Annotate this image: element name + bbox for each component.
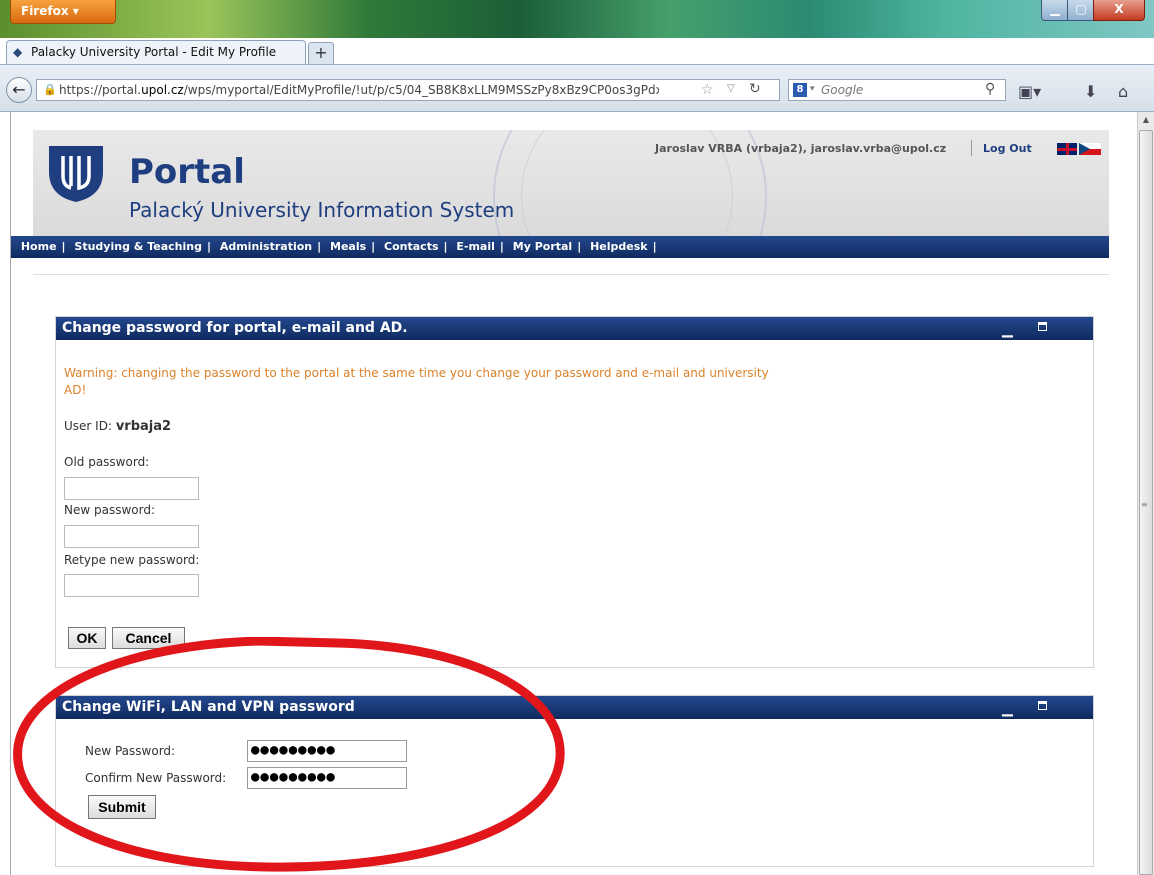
search-bar[interactable]: 8 ▾ Google ⚲ [788,79,1006,101]
nav-separator: | [577,240,582,253]
university-logo-icon[interactable] [45,142,107,204]
red-annotation-ellipse [13,637,565,872]
portal-header: Portal Palacký University Information Sy… [33,130,1109,248]
nav-studying-teaching[interactable]: Studying & Teaching [74,236,202,258]
nav-separator: | [61,240,66,253]
nav-email[interactable]: E-mail [456,236,495,258]
maximize-portlet-icon[interactable] [1038,701,1047,710]
maximize-portlet-icon[interactable] [1038,322,1047,331]
reload-icon[interactable]: ↻ [749,81,761,97]
home-icon[interactable]: ⌂ [1118,82,1128,101]
search-icon[interactable]: ⚲ [985,81,995,97]
scrollbar-grip-icon: ≡ [1141,500,1148,509]
nav-helpdesk[interactable]: Helpdesk [590,236,648,258]
nav-separator: | [443,240,448,253]
navigation-toolbar: ← 🔒 https://portal.upol.cz/wps/myportal/… [0,64,1154,112]
content-divider [33,274,1109,275]
portal-title: Portal [129,152,245,192]
nav-separator: | [206,240,211,253]
change-password-portlet: Change password for portal, e-mail and A… [55,316,1094,668]
search-input[interactable]: Google [821,83,863,97]
firefox-menu-button[interactable]: Firefox ▾ [10,0,116,24]
url-bar[interactable]: 🔒 https://portal.upol.cz/wps/myportal/Ed… [36,79,780,101]
bookmarks-icon[interactable]: ▣▾ [1018,82,1041,101]
nav-administration[interactable]: Administration [220,236,312,258]
minimize-portlet-icon[interactable]: ▁ [1002,698,1014,720]
minimize-button[interactable]: ▁ [1041,0,1069,21]
new-password-field[interactable] [64,525,199,548]
portal-main-nav: Home | Studying & Teaching | Administratio… [11,236,1109,258]
retype-password-field[interactable] [64,574,199,597]
tab-title: Palacky University Portal - Edit My Prof… [31,45,277,59]
nav-home[interactable]: Home [21,236,57,258]
back-icon[interactable]: ← [6,77,32,103]
header-separator [971,140,972,156]
warning-text: Warning: changing the password to the po… [64,366,769,397]
user-info: Jaroslav VRBA (vrbaja2), jaroslav.vrba@u… [655,142,947,155]
maximize-button[interactable]: ▢ [1067,0,1095,21]
portal-subtitle: Palacký University Information System [129,198,515,222]
nav-my-portal[interactable]: My Portal [513,236,572,258]
nav-contacts[interactable]: Contacts [384,236,438,258]
portlet-title-bar: Change password for portal, e-mail and A… [56,317,1093,340]
old-password-label: Old password: [64,455,150,469]
bookmark-star-icon[interactable]: ☆ [701,82,714,98]
url-dropdown-icon[interactable]: ▽ [727,83,735,94]
vertical-scrollbar[interactable]: ▲ ≡ [1137,112,1154,875]
user-id-label: User ID: [64,419,112,433]
close-window-button[interactable]: X [1093,0,1145,21]
old-password-field[interactable] [64,477,199,500]
scroll-up-arrow-icon[interactable]: ▲ [1138,112,1154,128]
nav-separator: | [652,240,657,253]
nav-separator: | [317,240,322,253]
nav-meals[interactable]: Meals [330,236,366,258]
nav-separator: | [499,240,504,253]
logout-link[interactable]: Log Out [983,142,1032,155]
search-engine-dropdown-icon[interactable]: ▾ [810,84,815,94]
minimize-portlet-icon[interactable]: ▁ [1002,319,1014,341]
new-password-label: New password: [64,503,156,517]
site-favicon-icon: ◆ [13,45,23,59]
czech-flag-icon[interactable] [1079,143,1101,155]
url-text[interactable]: https://portal.upol.cz/wps/myportal/Edit… [59,83,659,97]
window-title-bar: Firefox ▾ ▁ ▢ X [0,0,1154,38]
user-id-value: vrbaja2 [115,419,172,434]
retype-password-label: Retype new password: [64,553,200,567]
new-tab-button[interactable]: + [308,42,334,65]
download-icon[interactable]: ⬇ [1084,82,1097,101]
lock-icon: 🔒 [43,83,57,96]
user-id-row: User ID: vrbaja2 [64,419,171,434]
search-engine-icon[interactable]: 8 [793,83,807,97]
portlet-title: Change password for portal, e-mail and A… [62,320,408,336]
browser-tab[interactable]: ◆ Palacky University Portal - Edit My Pr… [6,40,306,64]
nav-separator: | [371,240,376,253]
english-flag-icon[interactable] [1057,143,1077,155]
